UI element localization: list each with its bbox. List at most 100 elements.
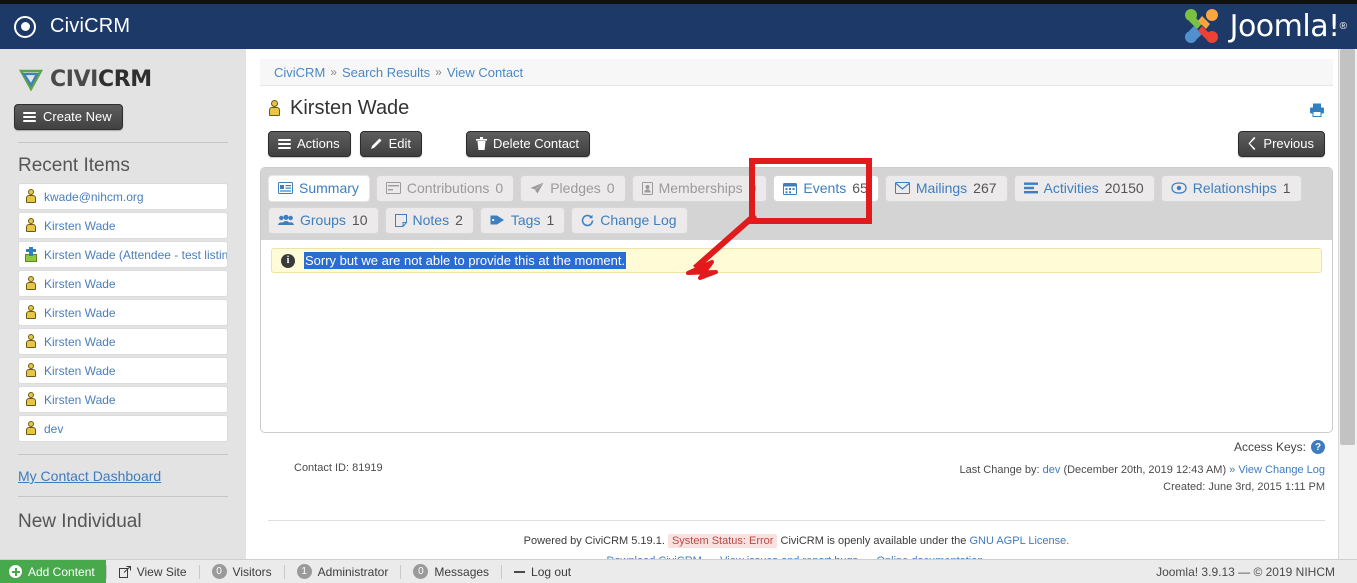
view-change-log-link[interactable]: » View Change Log [1229, 464, 1325, 476]
id-card-icon [278, 182, 293, 194]
plus-circle-icon [9, 565, 22, 578]
list-item[interactable]: Kirsten Wade [18, 270, 228, 297]
breadcrumb-item-view-contact[interactable]: View Contact [447, 65, 523, 80]
envelope-icon [894, 182, 910, 194]
contact-icon [25, 392, 37, 407]
list-item[interactable]: Kirsten Wade [18, 386, 228, 413]
tab-summary[interactable]: Summary [268, 175, 370, 202]
printer-icon[interactable] [1309, 103, 1325, 117]
tab-events[interactable]: Events 65 [773, 175, 879, 202]
contact-tabs: Summary Contributions 0 Pledges 0 Member… [261, 168, 1332, 240]
list-item[interactable]: Kirsten Wade [18, 212, 228, 239]
change-meta: Last Change by: dev (December 20th, 2019… [959, 462, 1325, 496]
delete-contact-button[interactable]: Delete Contact [466, 131, 591, 157]
list-item[interactable]: Kirsten Wade [18, 357, 228, 384]
create-new-button[interactable]: Create New [14, 104, 123, 130]
tab-relationships-count: 1 [1282, 180, 1291, 196]
system-status-badge[interactable]: System Status: Error [667, 534, 778, 549]
visitors-label: Visitors [232, 564, 272, 579]
tab-groups[interactable]: Groups 10 [268, 207, 379, 234]
tab-memberships[interactable]: Memberships 0 [631, 175, 768, 202]
sidebar-item-my-contact-dashboard[interactable]: My Contact Dashboard [18, 468, 246, 484]
tab-change-log[interactable]: Change Log [571, 207, 688, 234]
pencil-icon [370, 138, 382, 149]
list-item-label: Kirsten Wade (Attendee - test listing) [44, 247, 228, 262]
new-individual-heading: New Individual [18, 511, 142, 532]
tab-mailings-label: Mailings [915, 180, 968, 196]
sidebar-divider [18, 496, 228, 497]
tab-notes-label: Notes [412, 212, 450, 228]
edit-button[interactable]: Edit [359, 131, 423, 157]
edit-button-label: Edit [388, 136, 412, 151]
tag-icon [490, 215, 504, 225]
list-item-label: Kirsten Wade [44, 363, 116, 378]
scrollbar-thumb[interactable] [1340, 49, 1355, 445]
tab-relationships-label: Relationships [1192, 180, 1277, 196]
footer-divider [268, 520, 1325, 522]
created-date: Created: June 3rd, 2015 1:11 PM [1163, 481, 1325, 494]
previous-button[interactable]: Previous [1238, 131, 1325, 157]
contact-icon [25, 305, 37, 320]
tab-contributions[interactable]: Contributions 0 [375, 175, 515, 202]
visitors-count-badge: 0 [211, 564, 227, 579]
messages-status[interactable]: 0 Messages [401, 560, 501, 583]
users-icon [278, 214, 294, 225]
vertical-scrollbar[interactable] [1338, 49, 1357, 583]
paper-plane-icon [530, 182, 544, 194]
tab-mailings-count: 267 [973, 180, 997, 196]
crm-container: CiviCRM » Search Results » View Contact … [260, 59, 1333, 572]
list-item[interactable]: Kirsten Wade (Attendee - test listing) [18, 241, 228, 268]
info-icon: i [281, 253, 295, 268]
credit-card-icon [385, 182, 401, 194]
logout-button[interactable]: Log out [502, 560, 583, 583]
tab-pledges[interactable]: Pledges 0 [520, 175, 626, 202]
list-item[interactable]: kwade@nihcm.org [18, 183, 228, 210]
list-item-label: Kirsten Wade [44, 218, 116, 233]
view-site-button[interactable]: View Site [107, 560, 199, 583]
actions-button[interactable]: Actions [268, 131, 351, 157]
list-item[interactable]: dev [18, 415, 228, 442]
tab-notes[interactable]: Notes 2 [384, 207, 474, 234]
hamburger-icon [23, 110, 36, 124]
joomla-admin-bar: Add Content View Site 0 Visitors 1 Admin… [0, 559, 1357, 583]
list-item-label: Kirsten Wade [44, 305, 116, 320]
contact-icon [25, 276, 37, 291]
civicrm-triangle-icon [18, 69, 44, 91]
tab-activities[interactable]: Activities 20150 [1013, 175, 1155, 202]
handshake-icon [1171, 182, 1187, 194]
civicrm-app-logo[interactable]: CiviCRM [14, 15, 130, 38]
contact-icon [25, 334, 37, 349]
tab-mailings[interactable]: Mailings 267 [884, 175, 1008, 202]
tab-relationships[interactable]: Relationships 1 [1160, 175, 1302, 202]
main-content: CiviCRM » Search Results » View Contact … [246, 49, 1338, 567]
tab-summary-label: Summary [299, 180, 359, 196]
bullseye-icon [14, 15, 36, 38]
question-mark-icon[interactable]: ? [1311, 440, 1325, 454]
tab-memberships-count: 0 [748, 180, 757, 196]
breadcrumb-item-search-results[interactable]: Search Results [342, 65, 430, 80]
administrator-label: Administrator [317, 564, 389, 579]
history-icon [582, 214, 594, 226]
license-link[interactable]: GNU AGPL License. [969, 535, 1069, 547]
list-item[interactable]: Kirsten Wade [18, 328, 228, 355]
list-item[interactable]: Kirsten Wade [18, 299, 228, 326]
list-icon [1023, 182, 1038, 194]
tab-pledges-label: Pledges [550, 180, 601, 196]
civicrm-sidebar-logo[interactable]: CIVICRM [18, 67, 246, 92]
last-change-user[interactable]: dev [1043, 464, 1061, 476]
tab-activities-count: 20150 [1104, 180, 1144, 196]
note-icon [394, 213, 407, 227]
list-item-label: dev [44, 421, 64, 436]
administrator-status[interactable]: 1 Administrator [285, 560, 401, 583]
tab-tags[interactable]: Tags 1 [479, 207, 566, 234]
list-item-label: Kirsten Wade [44, 276, 116, 291]
breadcrumb-item-civicrm[interactable]: CiviCRM [274, 65, 325, 80]
message-area: i Sorry but we are not able to provide t… [261, 240, 1332, 273]
external-link-icon [118, 565, 131, 578]
joomla-wordmark: Joomla! [1229, 8, 1341, 44]
visitors-status[interactable]: 0 Visitors [200, 560, 284, 583]
chevron-left-icon [1248, 137, 1256, 150]
contact-icon [25, 363, 37, 378]
add-content-button[interactable]: Add Content [0, 559, 106, 583]
status-message-text: Sorry but we are not able to provide thi… [304, 252, 627, 269]
